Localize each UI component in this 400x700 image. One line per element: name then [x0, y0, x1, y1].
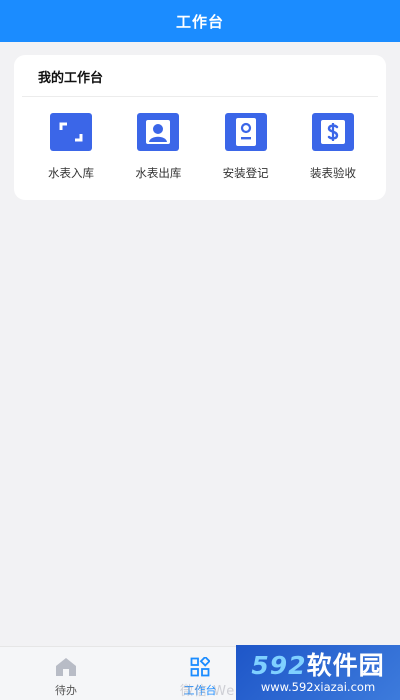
tab-todo-label: 待办	[55, 684, 77, 697]
meter-acceptance-label: 装表验收	[309, 166, 356, 180]
meter-outbound-label: 水表出库	[135, 166, 182, 180]
meter-inbound-label: 水表入库	[48, 166, 94, 180]
id-card-icon	[224, 113, 267, 151]
app-root: 工作台 我的工作台 水表入库 水表出库 安装登记 装表验收 待办 工作台 微信 …	[0, 0, 400, 700]
grid-icon	[190, 656, 210, 678]
watermark-url: www.592xiazai.com	[260, 679, 376, 694]
watermark-brand-text: 软件园	[306, 650, 385, 680]
home-icon	[55, 656, 77, 678]
meter-inbound-button[interactable]: 水表入库	[31, 113, 111, 193]
page-title: 工作台	[175, 12, 224, 31]
tab-todo[interactable]: 待办	[1, 647, 131, 700]
install-register-label: 安装登记	[222, 166, 269, 180]
watermark-brand: 592软件园	[251, 650, 385, 680]
dollar-icon	[311, 113, 354, 151]
card-title: 我的工作台	[38, 71, 104, 86]
function-grid: 水表入库 水表出库 安装登记 装表验收	[14, 113, 386, 193]
user-badge-icon	[137, 113, 180, 151]
watermark-logo: 592软件园 www.592xiazai.com	[236, 645, 400, 700]
install-register-button[interactable]: 安装登记	[206, 113, 286, 193]
meter-outbound-button[interactable]: 水表出库	[118, 113, 198, 193]
card-divider	[22, 96, 378, 97]
scan-frame-icon	[50, 113, 92, 151]
watermark-brand-number: 592	[251, 650, 307, 680]
workbench-card: 我的工作台 水表入库 水表出库 安装登记 装表验收	[14, 55, 386, 200]
meter-acceptance-button[interactable]: 装表验收	[293, 113, 373, 193]
top-bar: 工作台	[0, 0, 400, 42]
